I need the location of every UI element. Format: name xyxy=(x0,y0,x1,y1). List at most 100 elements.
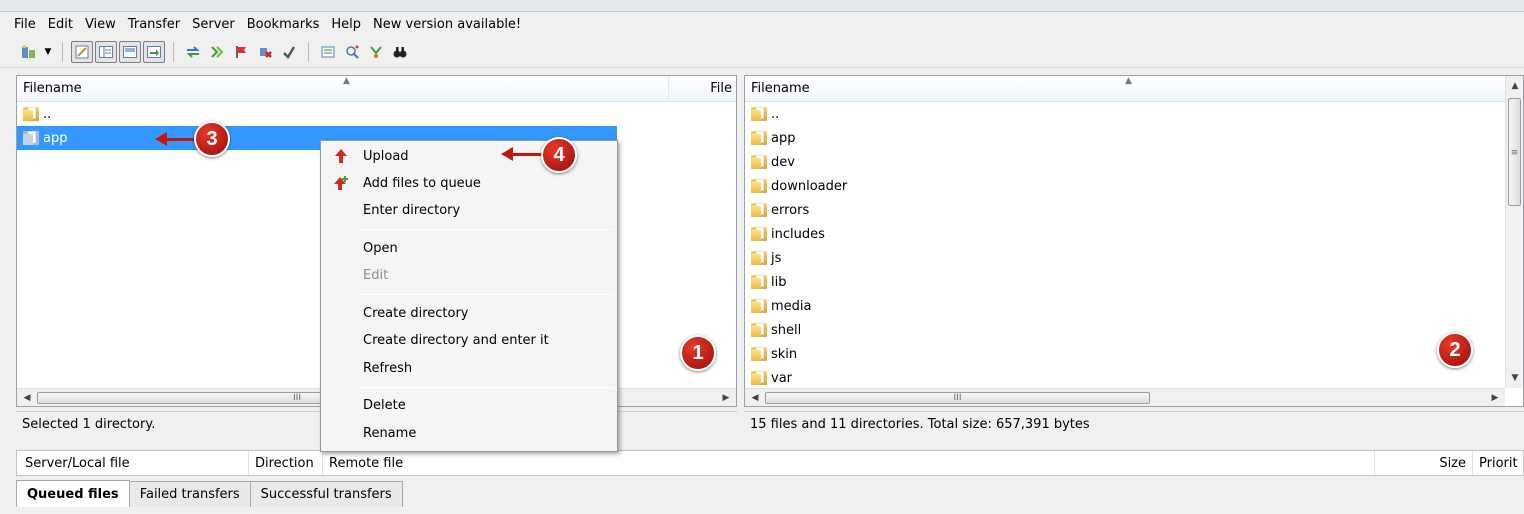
menu-item-add-files-to-queue[interactable]: Add files to queue xyxy=(321,170,617,196)
window-top-edge xyxy=(0,0,1524,12)
toolbar-separator xyxy=(173,41,174,62)
scrollbar-thumb[interactable]: ≡ xyxy=(1508,98,1521,206)
queue-tabs: Queued files Failed transfers Successful… xyxy=(16,480,403,507)
remote-file-row[interactable]: var xyxy=(745,366,1523,390)
menu-item-label: Add files to queue xyxy=(363,175,481,191)
toolbar-separator xyxy=(62,41,63,62)
local-column-filesize[interactable]: File xyxy=(669,76,736,101)
compare-icon[interactable] xyxy=(341,41,363,63)
file-name: skin xyxy=(771,346,798,362)
reconnect-icon[interactable] xyxy=(278,41,300,63)
menu-bar: File Edit View Transfer Server Bookmarks… xyxy=(0,12,1524,36)
folder-icon xyxy=(23,131,39,145)
scroll-left-icon[interactable]: ◀ xyxy=(19,390,35,406)
file-name: dev xyxy=(771,154,795,170)
directory-listing-filters-icon[interactable] xyxy=(317,41,339,63)
tab-successful-transfers[interactable]: Successful transfers xyxy=(249,481,403,507)
refresh-icon[interactable] xyxy=(182,41,204,63)
file-name: shell xyxy=(771,322,802,338)
local-file-row[interactable]: .. xyxy=(17,102,736,126)
cancel-operation-icon[interactable] xyxy=(230,41,252,63)
menu-help[interactable]: Help xyxy=(325,17,367,32)
toggle-remote-tree-icon[interactable] xyxy=(119,40,141,63)
menu-item-refresh[interactable]: Refresh xyxy=(321,355,617,381)
folder-icon xyxy=(751,275,767,289)
synchronized-browsing-icon[interactable] xyxy=(365,41,387,63)
annotation-badge-1: 1 xyxy=(680,335,716,371)
remote-file-list[interactable]: Filename ▲ .. app dev downloader errors inclu… xyxy=(744,75,1524,407)
folder-icon xyxy=(23,107,39,121)
menu-item-enter-directory[interactable]: Enter directory xyxy=(321,197,617,223)
menu-item-label: Rename xyxy=(363,425,417,441)
menu-server[interactable]: Server xyxy=(186,17,241,32)
file-name: app xyxy=(43,130,68,146)
menu-view[interactable]: View xyxy=(79,17,122,32)
menu-item-label: Delete xyxy=(363,397,406,413)
toggle-queue-icon[interactable] xyxy=(143,40,165,63)
remote-file-row[interactable]: errors xyxy=(745,198,1523,222)
menu-item-delete[interactable]: Delete xyxy=(321,392,617,418)
folder-icon xyxy=(751,203,767,217)
menu-edit[interactable]: Edit xyxy=(42,17,79,32)
remote-file-row[interactable]: skin xyxy=(745,342,1523,366)
file-name: includes xyxy=(771,226,825,242)
folder-icon xyxy=(751,179,767,193)
remote-file-row[interactable]: app xyxy=(745,126,1523,150)
queue-column-remote-file[interactable]: Remote file xyxy=(323,451,1375,475)
scroll-right-icon[interactable]: ▶ xyxy=(1487,390,1503,406)
site-manager-icon[interactable] xyxy=(18,41,40,63)
folder-icon xyxy=(751,347,767,361)
menu-separator xyxy=(357,294,613,295)
folder-icon xyxy=(751,323,767,337)
toggle-local-tree-icon[interactable] xyxy=(95,40,117,63)
menu-item-open[interactable]: Open xyxy=(321,235,617,261)
site-manager-dropdown-icon[interactable]: ▼ xyxy=(42,41,54,63)
scroll-left-icon[interactable]: ◀ xyxy=(747,390,763,406)
folder-icon xyxy=(751,227,767,241)
queue-column-server-local-file[interactable]: Server/Local file xyxy=(17,451,249,475)
menu-item-label: Edit xyxy=(363,267,389,283)
local-status-text: Selected 1 directory. xyxy=(22,417,156,432)
scrollbar-thumb[interactable]: III xyxy=(765,392,1150,404)
remote-file-row[interactable]: downloader xyxy=(745,174,1523,198)
remote-horizontal-scrollbar[interactable]: ◀ III ▶ xyxy=(745,388,1505,406)
menu-item-label: Open xyxy=(363,240,398,256)
remote-file-row[interactable]: media xyxy=(745,294,1523,318)
context-menu: Upload Add files to queue Enter director… xyxy=(320,140,618,452)
remote-file-row[interactable]: includes xyxy=(745,222,1523,246)
file-name: js xyxy=(771,250,782,266)
folder-icon xyxy=(751,131,767,145)
process-queue-icon[interactable] xyxy=(206,41,228,63)
folder-icon xyxy=(751,371,767,385)
search-icon[interactable] xyxy=(389,41,411,63)
queue-column-size[interactable]: Size xyxy=(1375,451,1473,475)
disconnect-icon[interactable] xyxy=(254,41,276,63)
annotation-badge-3: 3 xyxy=(194,121,230,157)
tab-queued-files[interactable]: Queued files xyxy=(16,480,130,507)
annotation-badge-2: 2 xyxy=(1437,332,1473,368)
scroll-down-icon[interactable]: ▼ xyxy=(1507,370,1523,386)
menu-new-version[interactable]: New version available! xyxy=(367,17,527,32)
remote-vertical-scrollbar[interactable]: ▲ ≡ ▼ xyxy=(1505,76,1523,388)
menu-separator xyxy=(357,387,613,388)
toggle-message-log-icon[interactable] xyxy=(71,40,93,63)
menu-item-rename[interactable]: Rename xyxy=(321,420,617,446)
tab-failed-transfers[interactable]: Failed transfers xyxy=(128,481,251,507)
file-name: var xyxy=(771,370,793,386)
menu-bookmarks[interactable]: Bookmarks xyxy=(241,17,326,32)
scroll-up-icon[interactable]: ▲ xyxy=(1507,78,1523,94)
queue-column-direction[interactable]: Direction xyxy=(249,451,323,475)
menu-item-create-directory[interactable]: Create directory xyxy=(321,300,617,326)
remote-file-row[interactable]: shell xyxy=(745,318,1523,342)
remote-file-row[interactable]: js xyxy=(745,246,1523,270)
remote-file-row[interactable]: dev xyxy=(745,150,1523,174)
remote-file-row[interactable]: lib xyxy=(745,270,1523,294)
queue-column-priority[interactable]: Priorit xyxy=(1473,451,1523,475)
folder-icon xyxy=(751,107,767,121)
remote-file-row[interactable]: .. xyxy=(745,102,1523,126)
scroll-right-icon[interactable]: ▶ xyxy=(718,390,734,406)
menu-file[interactable]: File xyxy=(8,17,42,32)
menu-item-create-directory-and-enter[interactable]: Create directory and enter it xyxy=(321,327,617,353)
menu-item-edit: Edit xyxy=(321,262,617,288)
menu-transfer[interactable]: Transfer xyxy=(122,17,186,32)
